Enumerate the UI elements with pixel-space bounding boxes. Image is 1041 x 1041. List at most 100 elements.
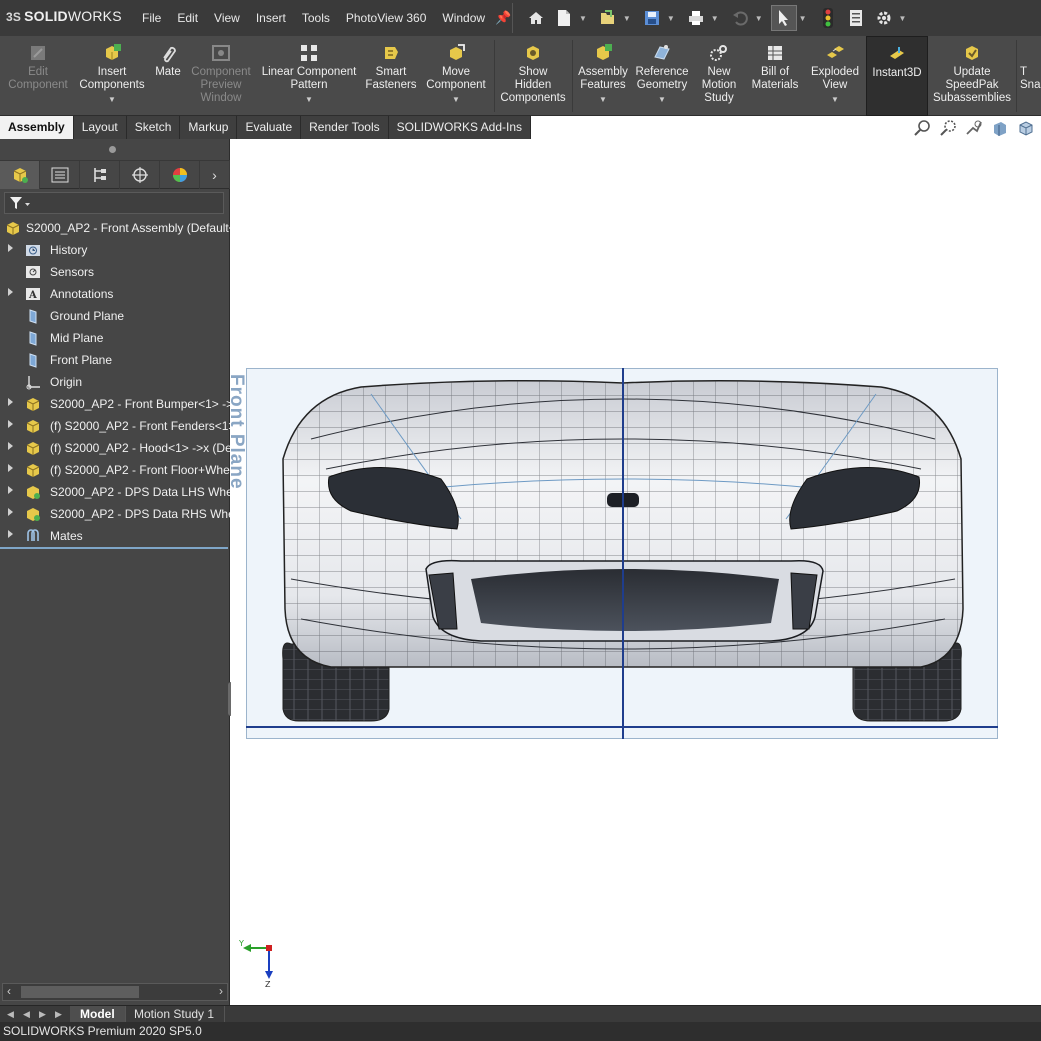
tree-item-history[interactable]: History	[0, 239, 230, 261]
menu-photoview[interactable]: PhotoView 360	[338, 11, 435, 25]
propertymanager-tab[interactable]	[40, 161, 80, 189]
dimxpert-tab[interactable]	[120, 161, 160, 189]
smart-fasteners-button[interactable]: Smart Fasteners	[364, 36, 418, 116]
tab-markup[interactable]: Markup	[180, 116, 238, 139]
reference-geometry-button[interactable]: Reference Geometry ▼	[632, 36, 692, 116]
assembly-features-button[interactable]: Assembly Features ▼	[576, 36, 630, 116]
panel-horizontal-scrollbar[interactable]: ‹ ›	[2, 983, 228, 1001]
print-dropdown-icon[interactable]: ▼	[711, 14, 719, 23]
select-arrow-icon[interactable]	[770, 5, 797, 31]
bill-of-materials-button[interactable]: Bill of Materials	[746, 36, 804, 116]
insert-components-button[interactable]: Insert Components ▼	[78, 36, 146, 116]
tree-item-front-bumper[interactable]: S2000_AP2 - Front Bumper<1> ->	[0, 393, 230, 415]
expand-arrow-icon[interactable]	[8, 244, 13, 252]
linear-pattern-dropdown-icon[interactable]: ▼	[305, 93, 313, 106]
tab-render-tools[interactable]: Render Tools	[301, 116, 389, 139]
tree-item-front-plane[interactable]: Front Plane	[0, 349, 230, 371]
tree-item-mates[interactable]: Mates	[0, 525, 230, 547]
file-properties-icon[interactable]	[843, 5, 869, 31]
menu-file[interactable]: File	[134, 11, 169, 25]
zoom-to-fit-icon[interactable]	[913, 119, 931, 137]
expand-arrow-icon[interactable]	[8, 442, 13, 450]
pin-menu-icon[interactable]: 📌	[495, 10, 511, 26]
featuremanager-tab[interactable]	[0, 161, 40, 189]
tree-item-hood[interactable]: (f) S2000_AP2 - Hood<1> ->x (De	[0, 437, 230, 459]
menu-window[interactable]: Window	[434, 11, 493, 25]
section-view-icon[interactable]	[991, 119, 1009, 137]
menu-insert[interactable]: Insert	[248, 11, 294, 25]
undo-icon[interactable]	[727, 5, 753, 31]
menu-view[interactable]: View	[206, 11, 248, 25]
tab-motion-study-1[interactable]: Motion Study 1	[124, 1006, 226, 1023]
options-gear-icon[interactable]	[871, 5, 897, 31]
move-component-dropdown-icon[interactable]: ▼	[452, 93, 460, 106]
tree-item-ground-plane[interactable]: Ground Plane	[0, 305, 230, 327]
take-snapshot-button[interactable]: T Sna	[1020, 36, 1041, 116]
show-hidden-components-button[interactable]: Show Hidden Components	[498, 36, 568, 116]
select-dropdown-icon[interactable]: ▼	[799, 14, 807, 23]
graphics-area[interactable]: Front Plane Y Z	[226, 139, 1041, 1005]
tree-item-mid-plane[interactable]: Mid Plane	[0, 327, 230, 349]
configurationmanager-tab[interactable]	[80, 161, 120, 189]
menu-tools[interactable]: Tools	[294, 11, 338, 25]
zoom-to-area-icon[interactable]	[939, 119, 957, 137]
save-dropdown-icon[interactable]: ▼	[667, 14, 675, 23]
tree-item-annotations[interactable]: A Annotations	[0, 283, 230, 305]
first-tab-icon[interactable]: ◀	[4, 1008, 17, 1021]
instant3d-button[interactable]: Instant3D	[866, 36, 928, 116]
previous-tab-icon[interactable]: ◀	[20, 1008, 33, 1021]
tree-item-sensors[interactable]: Sensors	[0, 261, 230, 283]
tab-layout[interactable]: Layout	[74, 116, 127, 139]
mate-button[interactable]: Mate	[150, 36, 186, 116]
scroll-right-icon[interactable]: ›	[219, 984, 223, 998]
tree-filter[interactable]	[4, 192, 224, 214]
tab-solidworks-addins[interactable]: SOLIDWORKS Add-Ins	[389, 116, 532, 139]
expand-arrow-icon[interactable]	[8, 420, 13, 428]
last-tab-icon[interactable]: ▶	[52, 1008, 65, 1021]
expand-arrow-icon[interactable]	[8, 486, 13, 494]
previous-view-icon[interactable]	[965, 119, 983, 137]
open-icon[interactable]	[595, 5, 621, 31]
filter-funnel-icon[interactable]	[9, 196, 31, 215]
new-document-icon[interactable]	[551, 5, 577, 31]
menu-edit[interactable]: Edit	[169, 11, 206, 25]
expand-arrow-icon[interactable]	[8, 508, 13, 516]
more-tabs-chevron-icon[interactable]: ›	[200, 161, 230, 189]
rollback-bar[interactable]	[0, 547, 228, 549]
rebuild-icon[interactable]	[815, 5, 841, 31]
tab-assembly[interactable]: Assembly	[0, 116, 74, 139]
update-speedpak-button[interactable]: Update SpeedPak Subassemblies	[932, 36, 1012, 116]
tree-item-rhs-wheel[interactable]: S2000_AP2 - DPS Data RHS Wheel	[0, 503, 230, 525]
reference-geometry-dropdown-icon[interactable]: ▼	[658, 93, 666, 106]
assembly-features-dropdown-icon[interactable]: ▼	[599, 93, 607, 106]
tab-sketch[interactable]: Sketch	[127, 116, 181, 139]
expand-arrow-icon[interactable]	[8, 530, 13, 538]
options-dropdown-icon[interactable]: ▼	[899, 14, 907, 23]
tree-root-assembly[interactable]: S2000_AP2 - Front Assembly (Default<	[0, 217, 230, 239]
edit-component-button[interactable]: Edit Component	[2, 36, 74, 116]
insert-components-dropdown-icon[interactable]: ▼	[108, 93, 116, 106]
panel-grip[interactable]	[0, 139, 230, 161]
home-icon[interactable]	[523, 5, 549, 31]
car-model-3d-view[interactable]	[231, 139, 1041, 759]
scroll-thumb[interactable]	[21, 986, 139, 998]
print-icon[interactable]	[683, 5, 709, 31]
next-tab-icon[interactable]: ▶	[36, 1008, 49, 1021]
undo-dropdown-icon[interactable]: ▼	[755, 14, 763, 23]
open-dropdown-icon[interactable]: ▼	[623, 14, 631, 23]
save-icon[interactable]	[639, 5, 665, 31]
linear-component-pattern-button[interactable]: Linear Component Pattern ▼	[258, 36, 360, 116]
scroll-left-icon[interactable]: ‹	[7, 984, 11, 998]
tab-model[interactable]: Model	[70, 1006, 126, 1023]
exploded-view-dropdown-icon[interactable]: ▼	[831, 93, 839, 106]
exploded-view-button[interactable]: Exploded View ▼	[806, 36, 864, 116]
expand-arrow-icon[interactable]	[8, 288, 13, 296]
move-component-button[interactable]: Move Component ▼	[422, 36, 490, 116]
tree-item-origin[interactable]: Origin	[0, 371, 230, 393]
component-preview-button[interactable]: Component Preview Window	[188, 36, 254, 116]
expand-arrow-icon[interactable]	[8, 464, 13, 472]
tree-item-front-floor[interactable]: (f) S2000_AP2 - Front Floor+Whee	[0, 459, 230, 481]
solidworks-logo[interactable]: 3S SOLIDWORKS	[6, 8, 122, 24]
tree-item-lhs-wheel[interactable]: S2000_AP2 - DPS Data LHS Wheel	[0, 481, 230, 503]
new-motion-study-button[interactable]: New Motion Study	[696, 36, 742, 116]
